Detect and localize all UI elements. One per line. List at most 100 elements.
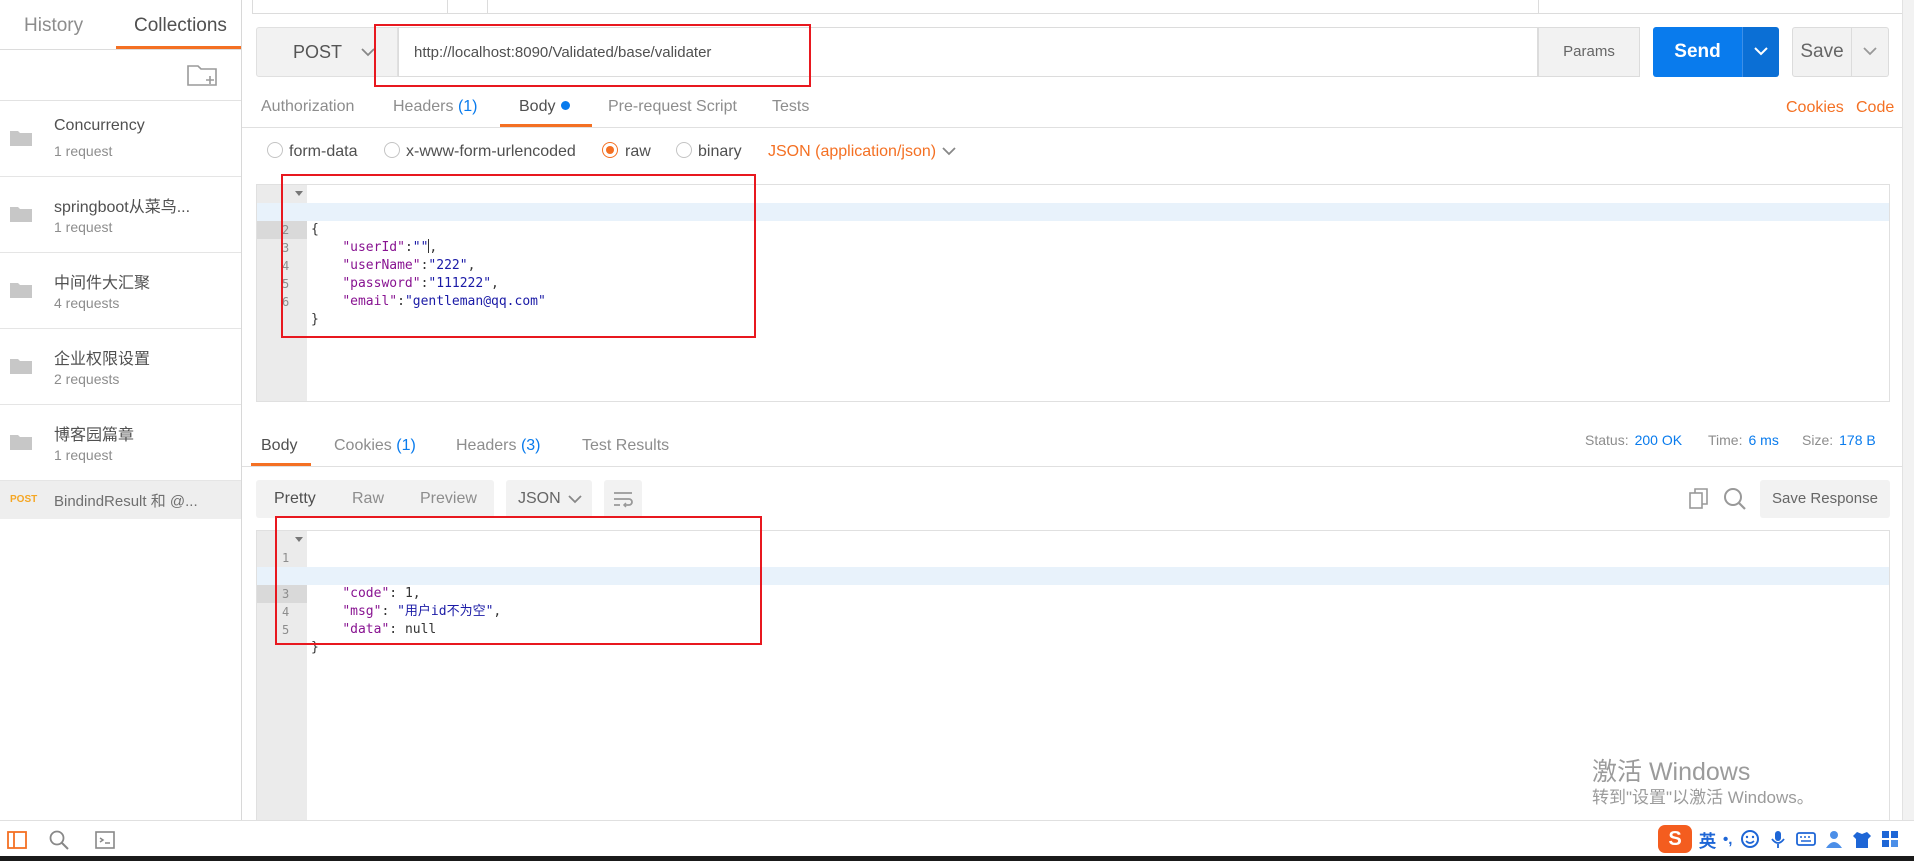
- radio-binary[interactable]: [676, 142, 692, 158]
- toggle-sidebar-icon[interactable]: [6, 829, 28, 851]
- emoji-icon[interactable]: [1740, 829, 1760, 849]
- body-type-selector: form-data x-www-form-urlencoded raw bina…: [242, 138, 1902, 170]
- status-bar: S 英 •,: [0, 820, 1914, 856]
- tab-headers-label: Headers: [393, 98, 454, 115]
- chevron-down-icon: [361, 48, 375, 57]
- tab-authorization[interactable]: Authorization: [261, 98, 354, 116]
- toolbox-icon[interactable]: [1880, 829, 1900, 849]
- code-line: 3 "msg": "用户id不为空",: [257, 567, 1889, 619]
- collection-item[interactable]: Concurrency 1 request: [0, 101, 241, 177]
- code-text: }: [311, 312, 319, 327]
- time-value: 6 ms: [1748, 432, 1779, 448]
- save-button[interactable]: Save: [1792, 27, 1852, 77]
- params-button[interactable]: Params: [1538, 27, 1640, 77]
- urlencoded-label: x-www-form-urlencoded: [406, 143, 576, 160]
- tab-prerequest-script[interactable]: Pre-request Script: [608, 98, 737, 116]
- sogou-ime-icon[interactable]: S: [1658, 825, 1692, 853]
- code-line: 1 {: [257, 185, 1889, 237]
- tab-body-label: Body: [519, 98, 556, 115]
- size-value: 178 B: [1839, 432, 1876, 448]
- json-key: "data": [342, 622, 390, 637]
- wrap-lines-button[interactable]: [604, 480, 642, 518]
- activation-watermark-hint: 转到"设置"以激活 Windows。: [1592, 788, 1814, 807]
- cookies-count: (1): [396, 437, 416, 454]
- form-data-label: form-data: [289, 143, 358, 160]
- skin-icon[interactable]: [1852, 829, 1872, 849]
- console-icon[interactable]: [94, 829, 116, 851]
- view-mode-group: Pretty Raw Preview: [256, 480, 494, 518]
- active-tab-indicator: [251, 463, 311, 466]
- request-tabs: Authorization Headers (1) Body Pre-reque…: [242, 88, 1902, 128]
- ime-toolbar[interactable]: S 英 •,: [1658, 825, 1900, 853]
- radio-urlencoded[interactable]: [384, 142, 400, 158]
- request-name: BindindResult 和 @...: [54, 493, 198, 510]
- collection-item[interactable]: springboot从菜鸟... 1 request: [0, 177, 241, 253]
- microphone-icon[interactable]: [1768, 829, 1788, 849]
- search-icon[interactable]: [48, 829, 70, 851]
- request-method-badge: POST: [10, 494, 38, 505]
- response-tab-body[interactable]: Body: [261, 437, 297, 455]
- format-select[interactable]: JSON: [506, 480, 592, 518]
- code-line: 2 "userId":"",: [257, 203, 1889, 255]
- chevron-down-icon: [942, 147, 956, 156]
- copy-icon[interactable]: [1686, 486, 1712, 512]
- fold-icon[interactable]: [295, 191, 303, 196]
- tab-body[interactable]: Body: [519, 98, 571, 116]
- ime-punctuation[interactable]: •,: [1723, 831, 1732, 848]
- code-line: 5 }: [257, 603, 1889, 655]
- ime-language[interactable]: 英: [1699, 827, 1716, 852]
- request-body-editor[interactable]: 1 { 2 "userId":"", 3 "userName":"222", 4…: [256, 184, 1890, 402]
- folder-icon: [10, 283, 32, 298]
- search-icon[interactable]: [1722, 486, 1748, 512]
- vertical-scrollbar[interactable]: [1902, 0, 1914, 820]
- collection-name: Concurrency: [54, 117, 145, 134]
- request-builder: POST Params Send Save Authorization Head…: [242, 0, 1914, 820]
- method-select[interactable]: POST: [256, 27, 398, 77]
- collection-item[interactable]: 博客园篇章 1 request: [0, 405, 241, 481]
- send-options-button[interactable]: [1742, 27, 1779, 77]
- binary-label: binary: [698, 143, 742, 160]
- user-icon[interactable]: [1824, 829, 1844, 849]
- cookies-link[interactable]: Cookies: [1786, 99, 1844, 117]
- preview-button[interactable]: Preview: [420, 490, 477, 508]
- sidebar: History Collections Concurrency 1 reques…: [0, 0, 242, 820]
- send-button[interactable]: Send: [1653, 27, 1742, 77]
- response-headers-count: (3): [520, 437, 541, 454]
- collection-count: 1 request: [54, 447, 113, 463]
- format-label: JSON: [518, 490, 561, 507]
- radio-form-data[interactable]: [267, 142, 283, 158]
- raw-button[interactable]: Raw: [352, 490, 384, 508]
- tab-history[interactable]: History: [24, 15, 83, 37]
- new-collection-icon[interactable]: [186, 62, 220, 90]
- code-line: 4 "data": null: [257, 585, 1889, 637]
- time-meta: Time: 6 ms: [1708, 432, 1779, 448]
- code-text: }: [311, 640, 319, 655]
- response-tab-cookies[interactable]: Cookies (1): [334, 437, 416, 455]
- radio-raw[interactable]: [602, 142, 618, 158]
- response-tab-headers[interactable]: Headers (3): [456, 437, 541, 455]
- folder-icon: [10, 131, 32, 146]
- code-link[interactable]: Code: [1856, 99, 1894, 117]
- response-tab-test-results[interactable]: Test Results: [582, 437, 669, 455]
- chevron-down-icon: [568, 495, 582, 504]
- content-type-select[interactable]: JSON (application/json): [768, 143, 936, 161]
- save-options-button[interactable]: [1852, 27, 1889, 77]
- url-input[interactable]: [398, 27, 1538, 77]
- raw-label: raw: [625, 143, 651, 160]
- fold-icon[interactable]: [295, 537, 303, 542]
- saved-request-item[interactable]: POST BindindResult 和 @...: [0, 481, 241, 519]
- collection-item[interactable]: 企业权限设置 2 requests: [0, 329, 241, 405]
- tab-collections[interactable]: Collections: [134, 15, 227, 37]
- code-line: 4 "password":"111222",: [257, 239, 1889, 291]
- tab-tests[interactable]: Tests: [772, 98, 809, 116]
- collection-item[interactable]: 中间件大汇聚 4 requests: [0, 253, 241, 329]
- collection-count: 1 request: [54, 219, 113, 235]
- tab-headers[interactable]: Headers (1): [393, 98, 478, 116]
- pretty-button[interactable]: Pretty: [274, 490, 316, 508]
- collection-name: springboot从菜鸟...: [54, 199, 191, 216]
- keyboard-icon[interactable]: [1796, 829, 1817, 849]
- chevron-down-icon: [1754, 47, 1768, 56]
- save-response-button[interactable]: Save Response: [1760, 480, 1890, 518]
- collection-count: 4 requests: [54, 295, 120, 311]
- collection-count: 1 request: [54, 143, 113, 159]
